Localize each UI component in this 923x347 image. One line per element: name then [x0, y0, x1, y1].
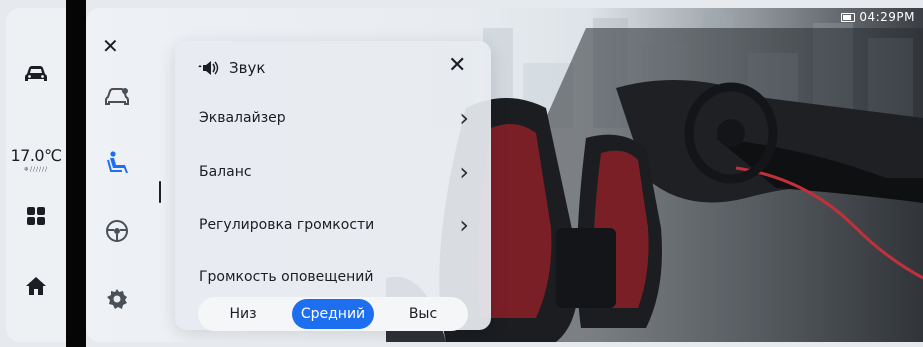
status-bar: 04:29PM — [841, 10, 915, 24]
row-volume-control[interactable]: Регулировка громкости › — [199, 210, 469, 240]
row-equalizer[interactable]: Эквалайзер › — [199, 103, 469, 133]
car-icon[interactable] — [23, 64, 49, 88]
bezel-divider — [66, 0, 86, 347]
sound-panel: Звук ✕ Эквалайзер › Баланс › Регулировка… — [175, 41, 491, 331]
fan-level-indicator: ❄////// — [23, 166, 49, 173]
panel-title: Звук — [229, 59, 266, 77]
seat-icon[interactable] — [102, 148, 132, 178]
row-label: Баланс — [199, 164, 252, 180]
clock: 04:29PM — [859, 10, 915, 24]
left-dock: 17.0℃ ❄////// — [6, 8, 66, 342]
option-low[interactable]: Низ — [202, 299, 284, 329]
panel-close-button[interactable]: ✕ — [448, 55, 466, 77]
side-menu-close-icon[interactable]: ✕ — [102, 34, 119, 58]
temperature-readout[interactable]: 17.0℃ — [6, 146, 66, 165]
car-display: 17.0℃ ❄////// 04:29PM ✕ Звук ✕ Эквалайзе… — [0, 0, 923, 347]
row-label: Эквалайзер — [199, 110, 286, 126]
row-balance[interactable]: Баланс › — [199, 157, 469, 187]
row-label: Регулировка громкости — [199, 217, 375, 233]
alerts-volume-label: Громкость оповещений — [199, 269, 374, 285]
chevron-right-icon: › — [459, 158, 469, 186]
sound-icon — [197, 59, 221, 77]
alerts-volume-selector: Низ Средний Выс — [198, 297, 468, 331]
home-icon[interactable] — [25, 276, 47, 300]
gear-icon[interactable] — [102, 284, 132, 314]
main-screen: 04:29PM ✕ Звук ✕ Эквалайзер › Баланс › Р… — [86, 8, 923, 342]
vehicle-settings-icon[interactable] — [102, 82, 132, 112]
apps-grid-icon[interactable] — [26, 206, 46, 230]
chevron-right-icon: › — [459, 211, 469, 239]
menu-scrollbar[interactable] — [159, 181, 161, 203]
steering-wheel-icon[interactable] — [102, 216, 132, 246]
option-medium[interactable]: Средний — [292, 299, 374, 329]
battery-icon — [841, 12, 856, 22]
option-high[interactable]: Выс — [382, 299, 464, 329]
chevron-right-icon: › — [459, 104, 469, 132]
